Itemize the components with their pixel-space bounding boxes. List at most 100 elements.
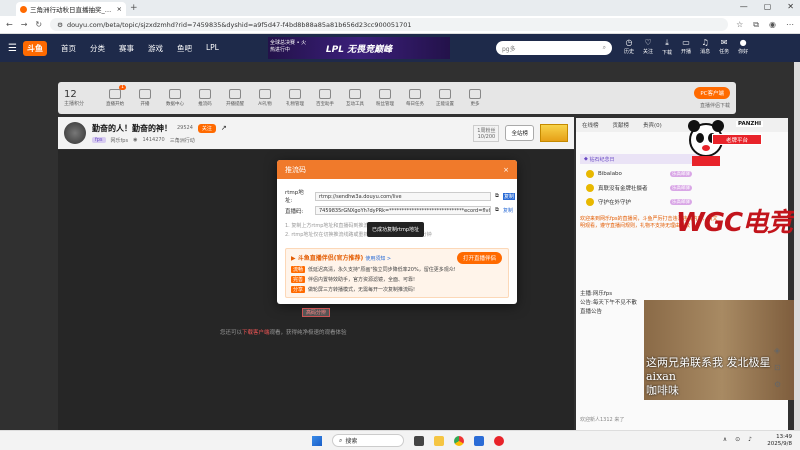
tool-data-center[interactable]: 数据中心 [160,89,190,107]
download-client-link[interactable]: 下载客户端 [242,330,270,336]
history-button[interactable]: ◷ 历史 [624,38,634,56]
url-field[interactable]: ⚙ douyu.com/beta/topic/sjzxdzmhd?rid=745… [50,18,729,31]
taskbar-search[interactable]: ⌕ 搜索 [332,434,404,447]
nav-events[interactable]: 赛事 [119,43,134,54]
tab-vip[interactable]: 贵宾(0) [643,121,662,129]
panzhi-label: PANZHI [736,121,764,127]
copy-icon[interactable]: ⧉ [495,207,499,214]
copy-icon[interactable]: ⧉ [495,193,499,200]
close-window-icon[interactable]: ✕ [787,2,794,11]
nav-lpl[interactable]: LPL [206,43,219,54]
hint-prefix: 您还可以 [220,330,243,336]
profile-icon[interactable]: ◉ [769,20,776,30]
browser-menu-icon[interactable]: ⋯ [786,20,794,30]
download-button[interactable]: ⤓ 下载 [662,38,672,56]
rank-name: Bibalabo [598,171,622,177]
rank-item[interactable]: 守护在外守护 乐高邮驿 [586,198,692,206]
site-rank-button[interactable]: 全站榜 [505,125,534,141]
maximize-icon[interactable]: ▢ [764,2,772,11]
chrome-icon[interactable] [454,435,464,446]
promo-notice-link[interactable]: 使用须知 > [365,256,391,262]
stream-code-field[interactable]: 7459835rGNXgoYh?dyPRk=******************… [315,206,491,215]
back-icon[interactable]: ← [6,20,13,29]
share-icon[interactable]: ↗ [221,124,227,132]
rtmp-copy-button[interactable]: 复制 [502,192,515,200]
netease-music-icon[interactable] [494,435,504,446]
search-input[interactable]: pg多 ⌕ [496,41,612,55]
stream-category[interactable]: 三角洲行动 [170,137,195,144]
bell-icon [229,89,241,99]
star-icon[interactable]: ☆ [736,20,743,30]
tab-online[interactable]: 在线榜 [582,121,599,129]
edge-icon[interactable] [474,435,484,446]
tool-settings[interactable]: 正能设置 [430,89,460,107]
volume-icon[interactable]: ♪ [748,436,752,443]
tab-close-icon[interactable]: × [117,5,122,13]
broadcast-icon [139,89,151,99]
tool-interaction[interactable]: 互动工具 [340,89,370,107]
quality-button[interactable]: 高码分辨 [302,308,330,317]
lock-icon[interactable]: ⊡ [774,363,781,372]
stream-code-copy-button[interactable]: 复制 [503,207,513,214]
tool-more[interactable]: 更多 [460,89,490,107]
pc-client-button[interactable]: PC客户端 [694,87,730,99]
messages-button[interactable]: ♫ 消息 [700,38,710,56]
extensions-icon[interactable]: ⧉ [753,20,759,30]
nav-yuba[interactable]: 鱼吧 [177,43,192,54]
camera-icon: ▭ [682,38,690,47]
nav-category[interactable]: 分类 [90,43,105,54]
rank-item[interactable]: Bibalabo 乐高邮驿 [586,170,692,178]
tool-broadcast[interactable]: 开播 [130,89,160,107]
rank-name: 守护在外守护 [598,200,632,206]
windows-start-icon[interactable] [312,435,322,446]
nav-home[interactable]: 首页 [61,43,76,54]
tool-start-live[interactable]: 1 直播开始 [100,85,130,107]
anchor-level[interactable]: 12 主播积分 [64,89,92,107]
forward-icon[interactable]: → [21,20,28,29]
network-icon[interactable]: ⊙ [735,436,740,443]
viewer-icon: ◉ [133,137,138,143]
nav-games[interactable]: 游戏 [148,43,163,54]
user-avatar-button[interactable]: ● 你好 [738,38,748,56]
companion-download-link[interactable]: 直播伴侣下载 [700,102,730,109]
settings-gear-icon[interactable]: ⚙ [774,380,781,389]
medal-icon [586,184,594,192]
streamer-name[interactable]: 网乐fps [111,137,129,144]
streamer-avatar[interactable] [64,122,86,144]
gift-box-icon[interactable] [540,124,568,142]
task-view-icon[interactable] [414,435,424,446]
tool-live-reminder[interactable]: 开播提醒 [220,89,250,107]
site-info-icon[interactable]: ⚙ [57,21,63,29]
open-companion-button[interactable]: 打开直播伴侣 [456,252,502,264]
tool-assistant[interactable]: 百宝助手 [310,89,340,107]
tray-expand-icon[interactable]: ∧ [723,436,727,443]
broadcast-button[interactable]: ▭ 开播 [681,38,691,56]
search-icon[interactable]: ⌕ [603,44,606,52]
tool-ai-gift[interactable]: AI礼物 [250,89,280,107]
file-explorer-icon[interactable] [434,435,444,446]
hamburger-menu-icon[interactable]: ☰ [8,43,17,54]
promo-item: 流畅 低延迟高清，永久支持"原画"独立同步降低率20%，留住更多观众! [291,266,456,273]
tool-gift-manage[interactable]: 礼物管理 [280,89,310,107]
new-tab-button[interactable]: + [130,3,138,13]
tool-label: 数据中心 [166,102,184,107]
rtmp-address-field[interactable]: rtmp://sendhw3a.douyu.com/live [315,191,491,201]
taskbar-clock[interactable]: 13:49 2025/9/8 [767,434,792,448]
follow-list-button[interactable]: ♡ 关注 [643,38,653,56]
page-scrollbar[interactable] [794,62,800,430]
minimize-icon[interactable]: — [740,2,748,11]
follow-button[interactable]: 关注 [197,123,216,133]
rank-item[interactable]: 真联没有金牌社摄者 乐高邮驿 [586,184,692,192]
pin-icon[interactable]: ◈ [774,346,781,355]
tool-fans[interactable]: 粉丝管理 [370,89,400,107]
reload-icon[interactable]: ↻ [35,20,42,29]
tool-stream-key[interactable]: 推流码 [190,89,220,107]
tasks-button[interactable]: ✉ 任务 [719,38,729,56]
douyu-logo[interactable]: 斗鱼 [22,40,47,56]
browser-tab[interactable]: 三角洲行动秋日直播抽奖_网乐fps × [16,2,126,16]
tab-contribution[interactable]: 贡献榜 [613,121,630,129]
fan-rank[interactable]: 1周粉丝 10/200 [473,124,500,142]
modal-close-icon[interactable]: × [503,166,509,174]
caption-line: 咖啡味 [646,384,679,397]
tool-daily-tasks[interactable]: 每日任务 [400,89,430,107]
